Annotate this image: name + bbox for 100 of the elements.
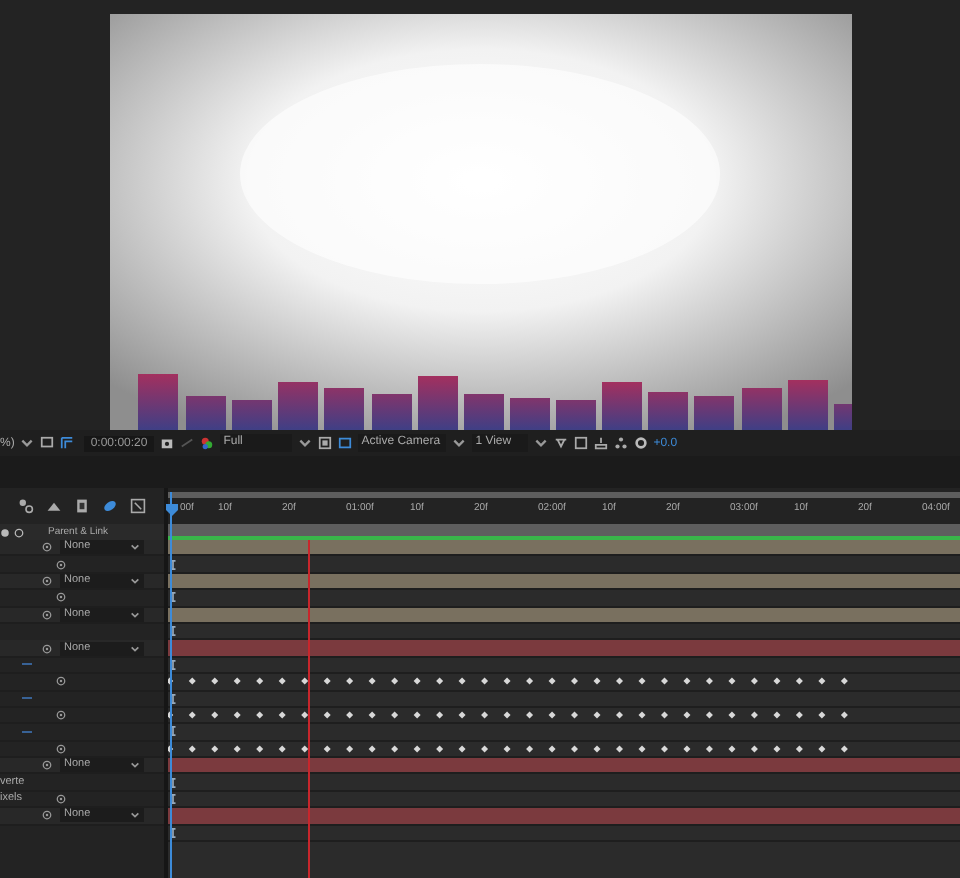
keyframe-icon[interactable] (458, 745, 466, 753)
keyframe-icon[interactable] (188, 711, 196, 719)
keyframe-icon[interactable] (413, 745, 421, 753)
keyframe-icon[interactable] (705, 745, 713, 753)
keyframe-icon[interactable] (616, 678, 623, 686)
keyframe-icon[interactable] (211, 711, 219, 719)
keyframe-icon[interactable] (368, 711, 376, 719)
keyframe-icon[interactable] (481, 745, 489, 753)
keyframe-icon[interactable] (795, 711, 803, 719)
preview-icon[interactable] (573, 436, 588, 450)
keyframe-icon[interactable] (211, 678, 219, 686)
keyframe-icon[interactable] (526, 745, 534, 753)
keyframe-icon[interactable] (346, 711, 354, 719)
grid-icon[interactable] (60, 436, 75, 450)
keyframe-icon[interactable] (705, 711, 713, 719)
color-channels-icon[interactable] (199, 436, 214, 450)
keyframe-icon[interactable] (750, 711, 758, 719)
keyframe-icon[interactable] (818, 745, 826, 753)
caret-icon[interactable] (451, 436, 466, 450)
keyframe-icon[interactable] (638, 678, 646, 686)
caret-icon[interactable] (533, 436, 548, 450)
keyframe-icon[interactable] (750, 678, 758, 686)
pick-whip-icon[interactable] (42, 643, 52, 654)
keyframe-icon[interactable] (503, 711, 511, 719)
keyframe-icon[interactable] (728, 745, 736, 753)
settings-icon[interactable] (633, 436, 648, 450)
expression-graph-icon[interactable] (22, 662, 32, 667)
keyframe-icon[interactable] (413, 678, 421, 686)
keyframe-icon[interactable] (481, 678, 489, 686)
keyframe-icon[interactable] (391, 678, 399, 686)
keyframe-icon[interactable] (616, 711, 623, 719)
keyframe-icon[interactable] (256, 745, 264, 753)
transparency-grid-icon[interactable] (337, 436, 352, 450)
keyframe-icon[interactable] (278, 745, 286, 753)
keyframe-icon[interactable] (773, 711, 781, 719)
region-icon[interactable] (317, 436, 332, 450)
camera-icon[interactable] (159, 436, 174, 450)
layer-switch-icon[interactable] (18, 498, 34, 514)
keyframe-icon[interactable] (593, 678, 601, 686)
keyframe-icon[interactable] (571, 678, 579, 686)
keyframe-icon[interactable] (391, 745, 399, 753)
keyframe-icon[interactable] (818, 678, 826, 686)
keyframe-icon[interactable] (638, 711, 646, 719)
work-area-bar[interactable] (168, 491, 960, 497)
keyframe-icon[interactable] (278, 711, 286, 719)
shy-layers-icon[interactable] (46, 498, 62, 514)
keyframe-icon[interactable] (840, 678, 848, 686)
keyframe-icon[interactable] (683, 745, 691, 753)
keyframe-icon[interactable] (526, 711, 534, 719)
keyframe-icon[interactable] (526, 678, 534, 686)
layer-bar[interactable] (168, 540, 960, 555)
keyframe-icon[interactable] (323, 678, 331, 686)
keyframe-icon[interactable] (728, 711, 736, 719)
keyframe-icon[interactable] (346, 678, 354, 686)
expression-graph-icon[interactable] (22, 729, 32, 734)
pick-whip-icon[interactable] (56, 710, 66, 721)
keyframe-icon[interactable] (503, 745, 511, 753)
monitor-icon[interactable] (40, 436, 55, 450)
keyframe-icon[interactable] (436, 745, 444, 753)
keyframe-icon[interactable] (593, 745, 601, 753)
keyframe-icon[interactable] (188, 745, 196, 753)
keyframe-icon[interactable] (346, 745, 354, 753)
keyframe-icon[interactable] (301, 711, 309, 719)
keyframe-icon[interactable] (413, 711, 421, 719)
keyframe-icon[interactable] (728, 678, 736, 686)
keyframe-icon[interactable] (301, 745, 309, 753)
keyframe-icon[interactable] (368, 745, 376, 753)
keyframe-icon[interactable] (638, 745, 646, 753)
keyframe-icon[interactable] (233, 678, 241, 686)
graph-editor-icon[interactable] (130, 498, 146, 514)
keyframe-icon[interactable] (503, 678, 511, 686)
keyframe-icon[interactable] (233, 711, 241, 719)
keyframe-icon[interactable] (211, 745, 219, 753)
keyframe-icon[interactable] (458, 711, 466, 719)
keyframe-icon[interactable] (571, 711, 579, 719)
pick-whip-icon[interactable] (56, 676, 66, 687)
video-switch-icon[interactable] (0, 527, 10, 537)
keyframe-icon[interactable] (323, 745, 331, 753)
keyframe-icon[interactable] (278, 678, 286, 686)
keyframe-icon[interactable] (368, 678, 376, 686)
keyframe-icon[interactable] (301, 678, 309, 686)
keyframe-icon[interactable] (840, 711, 848, 719)
keyframe-icon[interactable] (773, 678, 781, 686)
keyframe-icon[interactable] (233, 745, 241, 753)
keyframe-icon[interactable] (683, 711, 691, 719)
playhead-handle[interactable] (166, 504, 178, 516)
motion-blur-icon[interactable] (102, 498, 118, 514)
expression-graph-icon[interactable] (22, 696, 32, 701)
keyframe-icon[interactable] (818, 711, 826, 719)
keyframe-icon[interactable] (683, 678, 691, 686)
keyframe-icon[interactable] (188, 678, 196, 686)
keyframe-icon[interactable] (323, 711, 331, 719)
keyframe-icon[interactable] (660, 745, 668, 753)
keyframe-icon[interactable] (593, 711, 601, 719)
keyframe-icon[interactable] (750, 745, 758, 753)
export-icon[interactable] (593, 436, 608, 450)
keyframe-icon[interactable] (548, 745, 556, 753)
keyframe-icon[interactable] (548, 711, 556, 719)
keyframe-icon[interactable] (660, 678, 668, 686)
keyframe-icon[interactable] (436, 678, 444, 686)
